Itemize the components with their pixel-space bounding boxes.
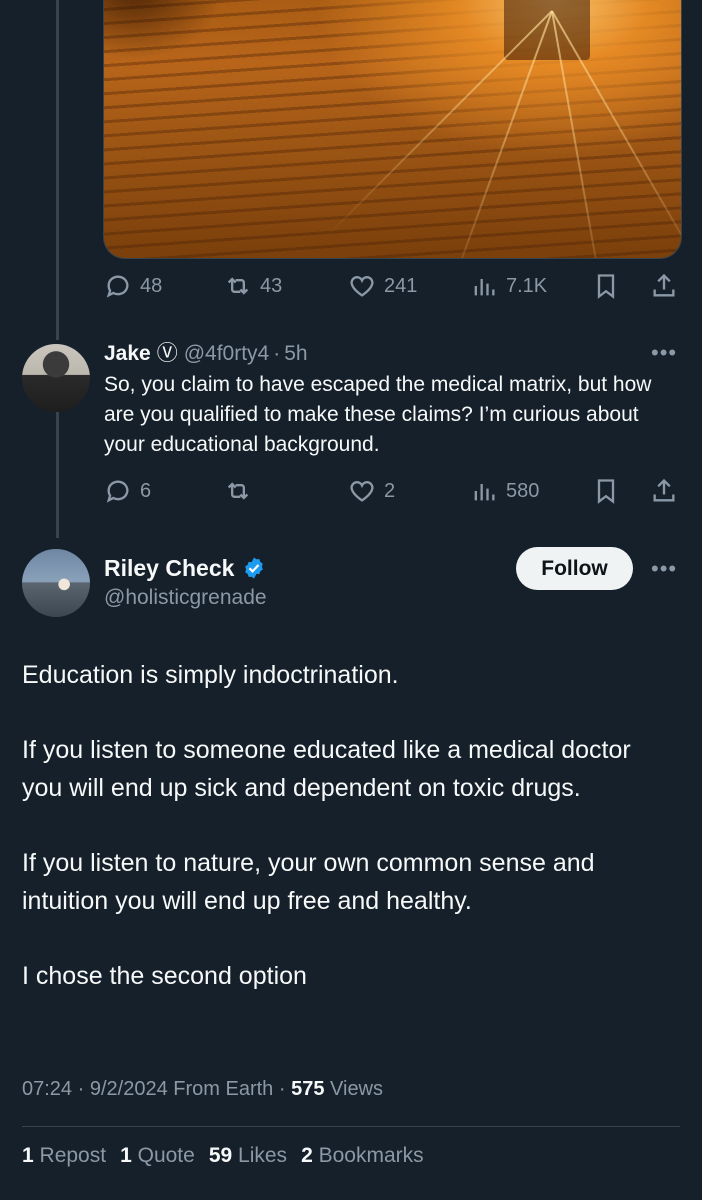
tweet-date[interactable]: 9/2/2024 (90, 1078, 168, 1100)
likes-count: 59 (208, 1144, 233, 1167)
views-count: 7.1K (506, 274, 548, 297)
more-options-icon[interactable]: ••• (651, 556, 677, 582)
repost-icon (227, 482, 249, 500)
like-button[interactable]: 2 (348, 477, 395, 505)
reply-button[interactable]: 6 (104, 477, 151, 505)
tweet-time[interactable]: 5h (284, 340, 307, 368)
separator-dot: · (77, 1078, 90, 1100)
repost-count: 43 (260, 274, 283, 297)
follow-button[interactable]: Follow (516, 547, 633, 590)
likes-label: Likes (238, 1144, 288, 1167)
separator-dot: · (273, 342, 281, 365)
bookmark-icon (597, 274, 615, 299)
image-tree-shadow (104, 0, 224, 60)
reply-tweet: Jake Ⓥ @4f0rty4 · 5h So, you claim to ha… (104, 340, 680, 460)
like-count: 2 (384, 479, 396, 502)
tweet-media-image[interactable] (103, 0, 682, 259)
share-icon (653, 273, 675, 297)
reply-text: So, you claim to have escaped the medica… (104, 373, 652, 456)
reposts-count: 1 (22, 1144, 34, 1167)
share-button[interactable] (650, 477, 678, 505)
separator-dot: · (278, 1078, 292, 1100)
like-button[interactable]: 241 (348, 272, 417, 300)
heart-icon (350, 276, 374, 297)
reply-action-bar: 6 2 580 (104, 471, 680, 511)
repost-icon (227, 277, 249, 295)
bookmark-button[interactable] (592, 272, 620, 300)
tweet-location: From Earth (173, 1078, 274, 1100)
reply-count: 6 (140, 479, 152, 502)
like-count: 241 (384, 274, 418, 297)
image-sun-ray (441, 10, 553, 258)
thread-line (56, 412, 59, 538)
reply-header: Jake Ⓥ @4f0rty4 · 5h (104, 340, 680, 368)
quotes-stat[interactable]: 1 Quote (120, 1144, 195, 1168)
bookmark-button[interactable] (592, 477, 620, 505)
author-name[interactable]: Riley Check (104, 553, 234, 583)
views-count: 580 (506, 479, 540, 502)
reposts-label: Repost (39, 1144, 107, 1167)
bar-chart-icon (474, 484, 495, 501)
reposts-stat[interactable]: 1 Repost (22, 1144, 106, 1168)
reply-button[interactable]: 48 (104, 272, 162, 300)
author-handle[interactable]: @holisticgrenade (104, 583, 267, 613)
first-tweet-action-bar: 48 43 241 7.1K (104, 266, 680, 306)
share-icon (653, 478, 675, 502)
author-badge-icon: Ⓥ (156, 342, 178, 365)
quotes-count: 1 (120, 1144, 132, 1167)
tweet-paragraph: Education is simply indoctrination. (22, 661, 399, 689)
likes-stat[interactable]: 59 Likes (209, 1144, 287, 1168)
image-sun-ray (325, 10, 553, 238)
avatar[interactable] (22, 344, 90, 412)
share-button[interactable] (650, 272, 678, 300)
views-button[interactable]: 580 (470, 477, 539, 505)
main-tweet-text: Education is simply indoctrination. If y… (22, 656, 672, 1032)
engagement-stats: 1 Repost 1 Quote 59 Likes 2 Bookmarks (22, 1144, 424, 1168)
author-handle[interactable]: @4f0rty4 (184, 340, 270, 368)
repost-button[interactable] (224, 477, 260, 505)
verified-badge-icon (245, 557, 264, 579)
bookmark-icon (597, 479, 615, 504)
bookmarks-count: 2 (301, 1144, 313, 1167)
heart-icon (350, 481, 374, 502)
bookmarks-stat[interactable]: 2 Bookmarks (301, 1144, 424, 1168)
tweet-time[interactable]: 07:24 (22, 1078, 72, 1100)
author-name[interactable]: Jake (104, 340, 151, 368)
bookmarks-label: Bookmarks (318, 1144, 424, 1167)
thread-line (56, 0, 59, 340)
views-button[interactable]: 7.1K (470, 272, 547, 300)
views-count: 575 (291, 1078, 325, 1100)
main-tweet-header: Riley Check @holisticgrenade (104, 553, 267, 613)
tweet-paragraph: If you listen to someone educated like a… (22, 736, 631, 802)
reply-icon (106, 275, 129, 298)
image-post-silhouette (504, 0, 590, 60)
tweet-metadata: 07:24 · 9/2/2024 From Earth · 575 Views (22, 1078, 383, 1101)
tweet-paragraph: I chose the second option (22, 962, 307, 990)
bar-chart-icon (474, 279, 495, 296)
avatar[interactable] (22, 549, 90, 617)
reply-icon (106, 480, 129, 503)
reply-count: 48 (140, 274, 163, 297)
quotes-label: Quote (137, 1144, 195, 1167)
divider (22, 1126, 680, 1127)
repost-button[interactable]: 43 (224, 272, 282, 300)
tweet-paragraph: If you listen to nature, your own common… (22, 849, 595, 915)
views-label: Views (330, 1078, 384, 1100)
more-options-icon[interactable]: ••• (651, 340, 677, 366)
